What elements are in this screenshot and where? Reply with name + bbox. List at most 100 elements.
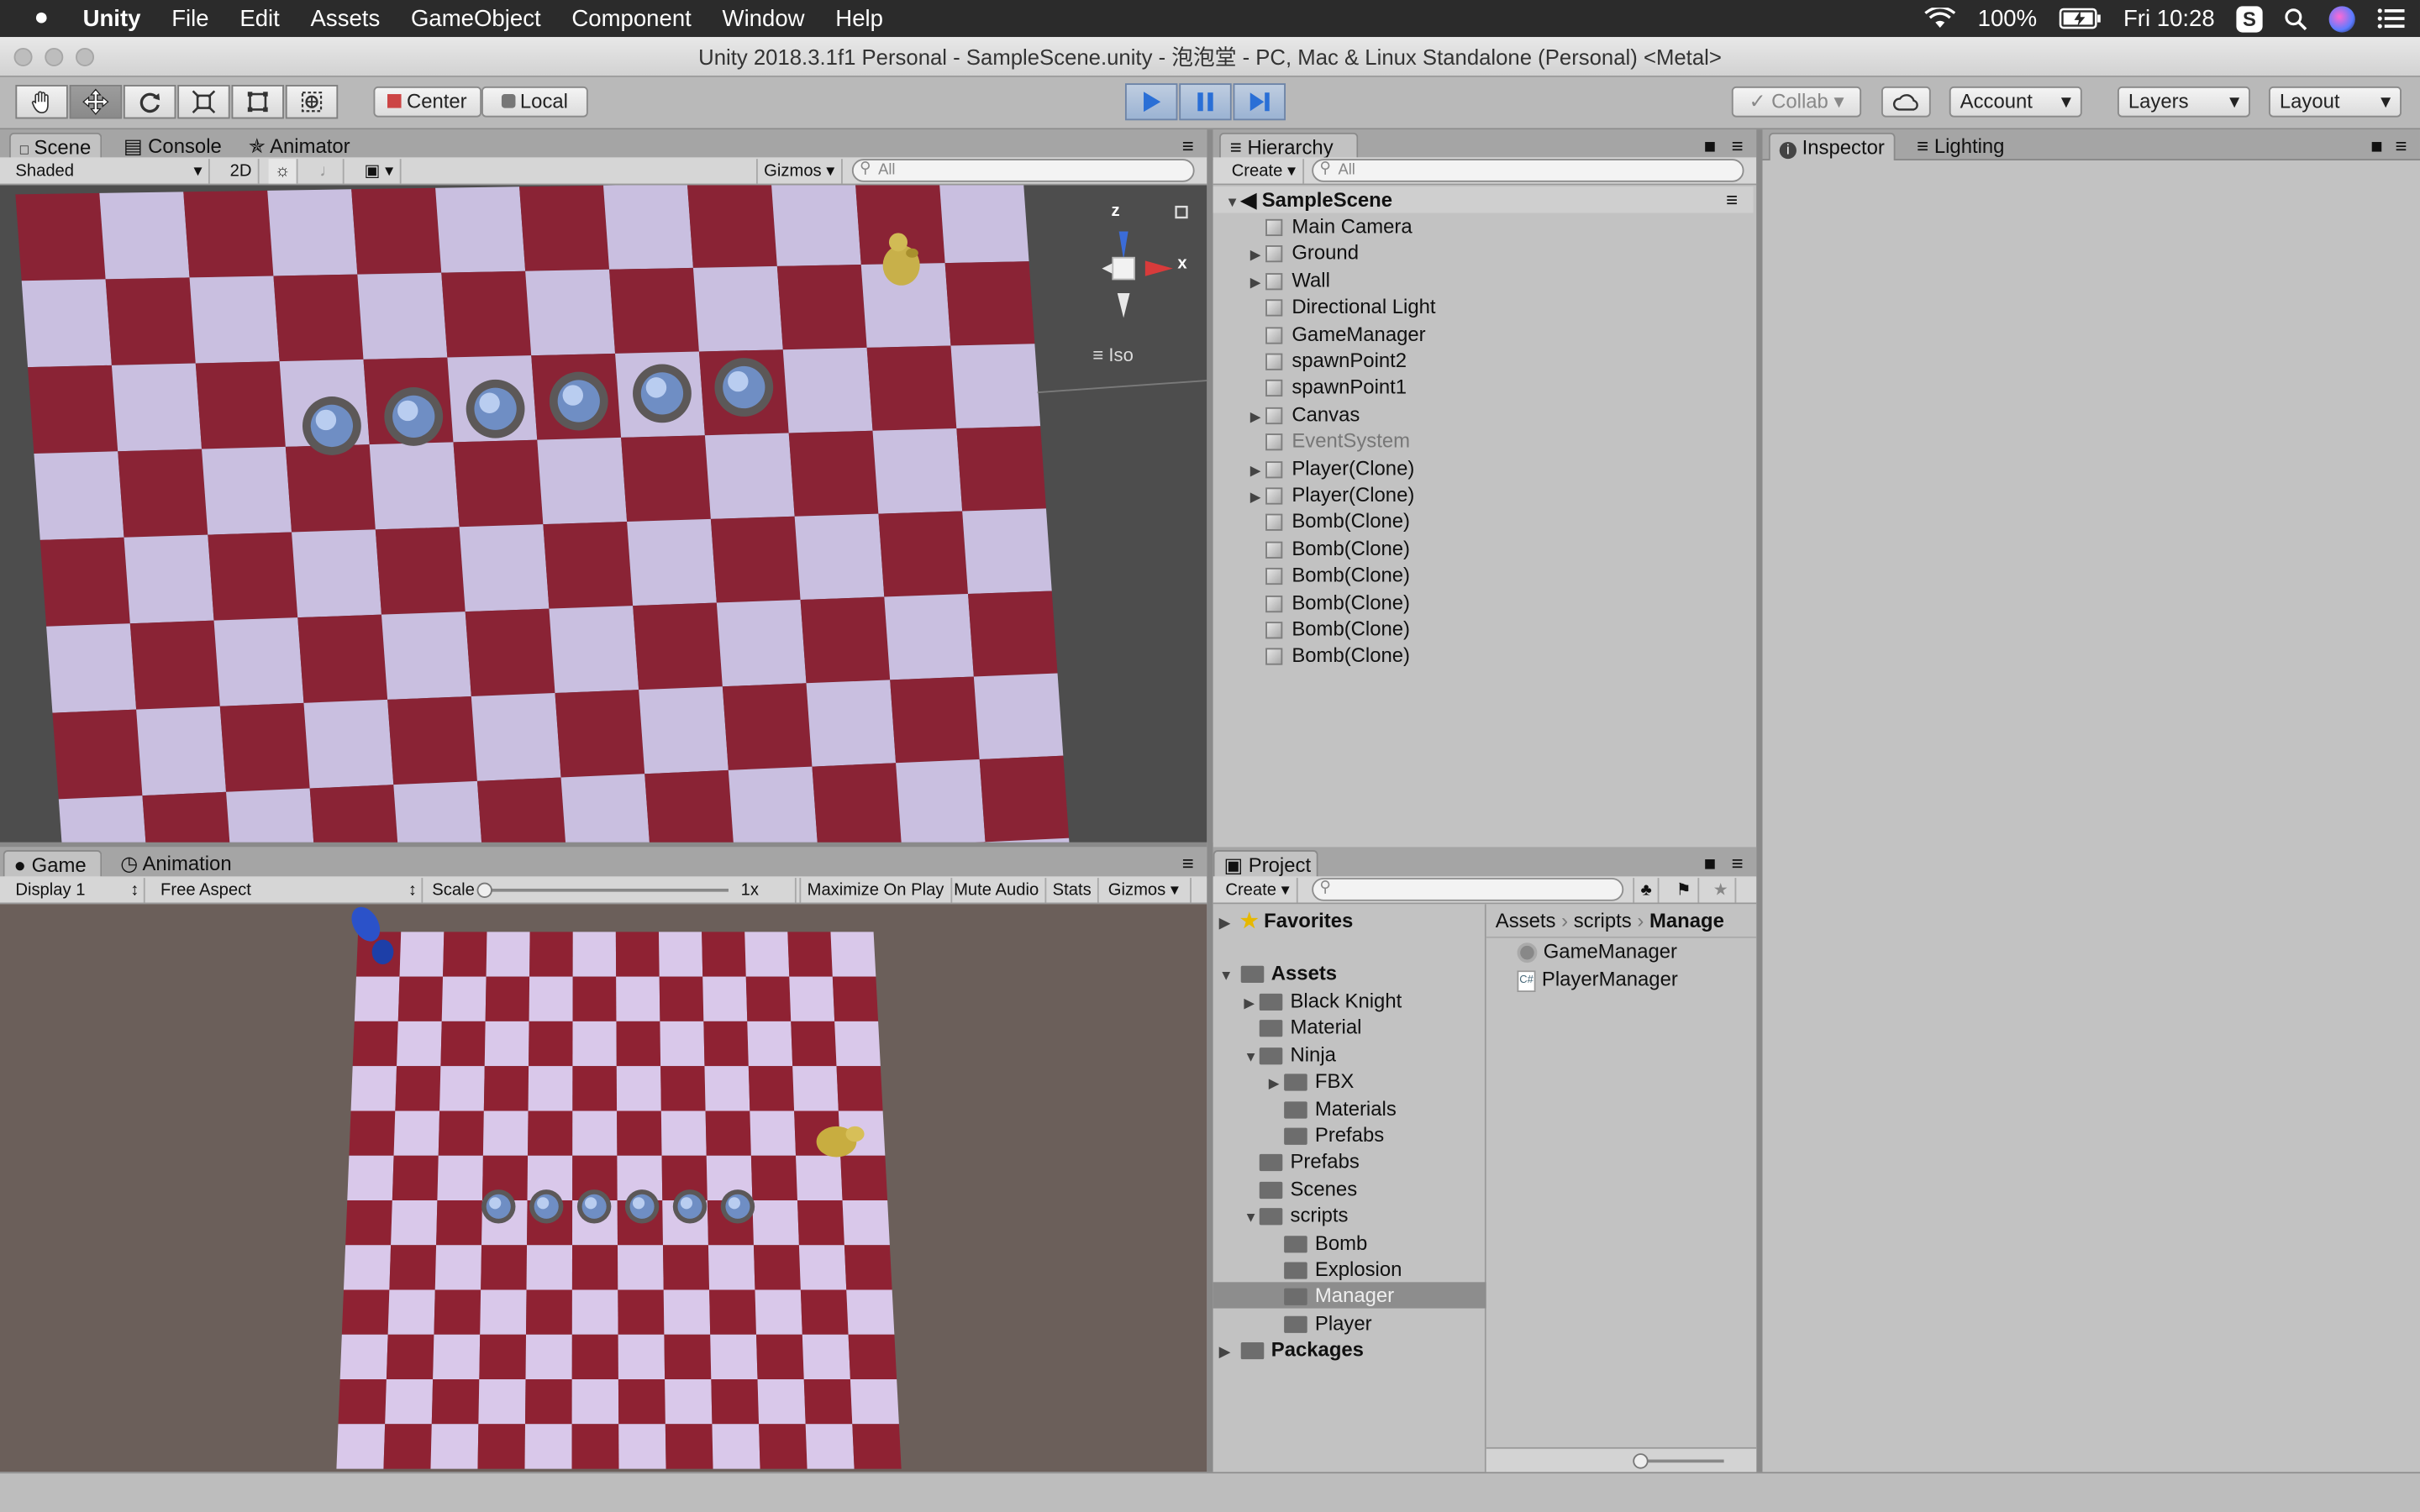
menu-item-edit[interactable]: Edit bbox=[224, 5, 295, 31]
hierarchy-item[interactable]: Bomb(Clone) bbox=[1213, 508, 1754, 534]
clock[interactable]: Fri 10:28 bbox=[2123, 5, 2215, 31]
wifi-icon[interactable] bbox=[1925, 8, 1956, 29]
cloud-services-button[interactable] bbox=[1881, 86, 1931, 118]
project-folder-explosion[interactable]: Explosion bbox=[1213, 1256, 1486, 1282]
expand-arrow-icon[interactable]: ▶ bbox=[1250, 485, 1265, 511]
yellow-player-character[interactable] bbox=[808, 1114, 867, 1166]
hierarchy-search-input[interactable]: ⚲ All bbox=[1312, 159, 1744, 182]
expand-arrow-icon[interactable]: ▼ bbox=[1225, 190, 1240, 216]
panel-menu-icon[interactable]: ≡ bbox=[1723, 850, 1753, 878]
expand-arrow-icon[interactable]: ▶ bbox=[1250, 243, 1265, 269]
tab-animation[interactable]: ◷ Animation bbox=[111, 850, 240, 878]
hierarchy-item[interactable]: ▶ Ground bbox=[1213, 239, 1754, 265]
breadcrumb-scripts[interactable]: scripts bbox=[1574, 909, 1632, 932]
tab-game[interactable]: ● Game bbox=[3, 850, 103, 879]
project-folder-material[interactable]: Material bbox=[1213, 1014, 1486, 1040]
scene-root-row[interactable]: ▼ ◀ SampleScene ≡ bbox=[1213, 186, 1754, 213]
bomb-object[interactable] bbox=[466, 379, 525, 438]
expand-arrow-icon[interactable]: ▶ bbox=[1250, 458, 1265, 484]
display-dropdown[interactable]: Display 1 ↕ bbox=[9, 878, 145, 903]
project-folder-materials[interactable]: Materials bbox=[1213, 1095, 1486, 1121]
scale-slider-thumb[interactable] bbox=[476, 882, 492, 898]
collab-dropdown[interactable]: ✓ Collab ▾ bbox=[1731, 86, 1862, 118]
rect-tool-icon[interactable] bbox=[231, 85, 284, 119]
close-window-button[interactable] bbox=[13, 47, 33, 66]
panel-menu-icon[interactable]: ≡ bbox=[1173, 133, 1203, 160]
project-folder-prefabs[interactable]: Prefabs bbox=[1213, 1148, 1486, 1174]
bomb-object[interactable] bbox=[720, 1189, 755, 1224]
hierarchy-item[interactable]: Bomb(Clone) bbox=[1213, 616, 1754, 642]
expand-arrow-icon[interactable]: ▼ bbox=[1219, 963, 1234, 989]
packages-row[interactable]: ▶ Packages bbox=[1213, 1336, 1364, 1362]
move-tool-icon[interactable] bbox=[69, 85, 123, 119]
toggle-2d-button[interactable]: 2D bbox=[224, 159, 260, 184]
shading-mode-dropdown[interactable]: Shaded ▾ bbox=[9, 159, 210, 184]
scale-slider[interactable]: Scale 1x bbox=[426, 878, 797, 903]
panel-menu-icon[interactable]: ≡ bbox=[2386, 133, 2417, 160]
siri-icon[interactable] bbox=[2328, 5, 2355, 32]
blue-player-character[interactable] bbox=[343, 904, 404, 974]
bomb-object[interactable] bbox=[384, 387, 444, 446]
transform-tool-icon[interactable] bbox=[285, 85, 339, 119]
tab-animator[interactable]: ✯ Animator bbox=[239, 133, 360, 160]
panel-divider[interactable] bbox=[1207, 129, 1213, 1473]
scene-view[interactable]: z x ≡ Iso bbox=[0, 185, 1207, 843]
icon-size-slider-track[interactable] bbox=[1637, 1459, 1724, 1463]
yellow-player-character[interactable] bbox=[875, 228, 927, 290]
hierarchy-item[interactable]: ▶ Player(Clone) bbox=[1213, 454, 1754, 480]
account-dropdown[interactable]: Account ▾ bbox=[1949, 86, 2082, 118]
battery-icon[interactable] bbox=[2059, 8, 2102, 29]
hand-tool-icon[interactable] bbox=[15, 85, 68, 119]
scene-menu-icon[interactable]: ≡ bbox=[1726, 186, 1738, 213]
favorites-row[interactable]: ▶ ★ Favorites bbox=[1213, 907, 1353, 933]
stats-toggle[interactable]: Stats bbox=[1046, 878, 1099, 903]
scene-effects-icon[interactable]: ▣ ▾ bbox=[358, 159, 402, 184]
tab-lighting[interactable]: ≡ Lighting bbox=[1907, 133, 2013, 160]
panel-menu-icon[interactable]: ≡ bbox=[1173, 850, 1203, 878]
tab-project[interactable]: ▣ Project bbox=[1213, 850, 1318, 879]
hierarchy-item[interactable]: Bomb(Clone) bbox=[1213, 643, 1754, 669]
bomb-object[interactable] bbox=[672, 1189, 708, 1224]
bomb-object[interactable] bbox=[529, 1189, 564, 1224]
project-folder-fbx[interactable]: ▶ FBX bbox=[1213, 1068, 1486, 1094]
project-folder-scripts[interactable]: ▼ scripts bbox=[1213, 1202, 1486, 1228]
expand-arrow-icon[interactable]: ▼ bbox=[1244, 1044, 1259, 1070]
bomb-object[interactable] bbox=[481, 1189, 516, 1224]
breadcrumb-manager[interactable]: Manage bbox=[1649, 909, 1724, 932]
project-search-input[interactable]: ⚲ bbox=[1312, 878, 1624, 901]
game-gizmos-dropdown[interactable]: Gizmos ▾ bbox=[1102, 878, 1192, 903]
bomb-object[interactable] bbox=[714, 358, 774, 417]
filter-by-label-icon[interactable]: ⚑ bbox=[1670, 878, 1700, 903]
mute-audio-toggle[interactable]: Mute Audio bbox=[948, 878, 1047, 903]
pause-button[interactable] bbox=[1179, 83, 1232, 121]
hierarchy-item[interactable]: Main Camera bbox=[1213, 213, 1754, 239]
menu-item-component[interactable]: Component bbox=[556, 5, 707, 31]
expand-arrow-icon[interactable]: ▶ bbox=[1219, 1339, 1234, 1365]
project-create-dropdown[interactable]: Create ▾ bbox=[1219, 878, 1297, 903]
panel-menu-icon[interactable]: ≡ bbox=[1723, 133, 1753, 160]
apple-icon[interactable]: ● bbox=[0, 5, 67, 33]
assets-root-row[interactable]: ▼ Assets bbox=[1213, 959, 1337, 985]
hierarchy-item[interactable]: Directional Light bbox=[1213, 293, 1754, 319]
bomb-object[interactable] bbox=[549, 371, 608, 431]
tab-hierarchy[interactable]: ≡ Hierarchy bbox=[1219, 132, 1359, 161]
scene-search-input[interactable]: ⚲ All bbox=[851, 159, 1195, 182]
project-folder-black-knight[interactable]: ▶ Black Knight bbox=[1213, 988, 1486, 1014]
scene-lighting-toggle-icon[interactable]: ☼ bbox=[268, 159, 298, 184]
breadcrumb-assets[interactable]: Assets bbox=[1496, 909, 1556, 932]
hierarchy-item[interactable]: ▶ Player(Clone) bbox=[1213, 481, 1754, 507]
menu-item-unity[interactable]: Unity bbox=[67, 5, 156, 31]
hierarchy-item[interactable]: GameManager bbox=[1213, 320, 1754, 346]
bomb-object[interactable] bbox=[576, 1189, 612, 1224]
rotate-tool-icon[interactable] bbox=[123, 85, 176, 119]
project-folder-manager[interactable]: Manager bbox=[1213, 1283, 1486, 1310]
scale-tool-icon[interactable] bbox=[177, 85, 230, 119]
favorite-star-icon[interactable]: ★ bbox=[1707, 878, 1737, 903]
hierarchy-create-dropdown[interactable]: Create ▾ bbox=[1225, 159, 1304, 184]
menu-item-help[interactable]: Help bbox=[820, 5, 898, 31]
gizmo-lock-icon[interactable] bbox=[1176, 203, 1191, 218]
play-button[interactable] bbox=[1124, 83, 1178, 121]
scene-gizmos-dropdown[interactable]: Gizmos ▾ bbox=[755, 159, 843, 184]
menu-item-file[interactable]: File bbox=[156, 5, 224, 31]
file-gamemanager[interactable]: GameManager bbox=[1517, 938, 1677, 964]
